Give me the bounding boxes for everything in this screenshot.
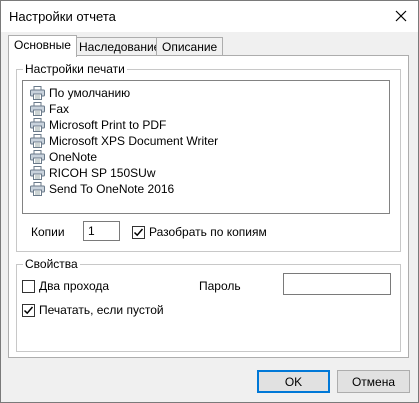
checkmark-icon: [133, 228, 144, 236]
button-label: OK: [284, 374, 303, 389]
printer-name: Fax: [49, 102, 70, 116]
printer-icon: [30, 102, 45, 116]
printer-icon: [30, 86, 45, 100]
printer-icon: [30, 182, 45, 196]
button-label: Отмена: [351, 374, 396, 389]
window-title: Настройки отчета: [9, 9, 116, 24]
checkbox-box: [22, 303, 35, 317]
copies-label: Копии: [31, 225, 65, 239]
printer-name: Microsoft XPS Document Writer: [49, 134, 219, 148]
checkbox-box: [22, 279, 35, 293]
cancel-button[interactable]: Отмена: [337, 370, 410, 393]
collate-checkbox[interactable]: Разобрать по копиям: [132, 225, 267, 239]
copies-input[interactable]: 1: [83, 221, 120, 241]
password-field[interactable]: [283, 273, 391, 295]
report-settings-dialog: Настройки отчета Основные Наследование О…: [0, 0, 419, 403]
printer-icon: [30, 166, 45, 180]
tab-description[interactable]: Описание: [156, 37, 224, 57]
tab-inheritance[interactable]: Наследование: [73, 37, 167, 57]
tab-label: Наследование: [79, 40, 161, 54]
checkbox-label: Разобрать по копиям: [149, 225, 267, 239]
printer-name: OneNote: [49, 150, 98, 164]
printer-list-item[interactable]: RICOH SP 150SUw: [30, 165, 155, 181]
printer-list-item[interactable]: Fax: [30, 101, 69, 117]
printer-list-item[interactable]: По умолчанию: [30, 85, 130, 101]
group-title: Свойства: [23, 257, 80, 271]
printer-name: Microsoft Print to PDF: [49, 118, 167, 132]
print-if-empty-checkbox[interactable]: Печатать, если пустой: [22, 303, 164, 317]
checkbox-box: [132, 225, 145, 239]
tab-main[interactable]: Основные: [8, 35, 77, 57]
close-button[interactable]: [386, 2, 416, 30]
ok-button[interactable]: OK: [257, 370, 330, 393]
printer-icon: [30, 150, 45, 164]
title-bar: Настройки отчета: [1, 1, 418, 32]
printer-list[interactable]: По умолчанию Fax Microsoft Print to PDF Mic…: [22, 80, 390, 214]
group-title: Настройки печати: [23, 62, 127, 76]
printer-list-item[interactable]: Microsoft Print to PDF: [30, 117, 166, 133]
two-pass-checkbox[interactable]: Два прохода: [22, 279, 109, 293]
printer-name: RICOH SP 150SUw: [49, 166, 156, 180]
printer-icon: [30, 118, 45, 132]
printer-name: По умолчанию: [49, 86, 131, 100]
password-label: Пароль: [199, 279, 241, 293]
printer-list-item[interactable]: Microsoft XPS Document Writer: [30, 133, 218, 149]
tab-label: Основные: [14, 38, 71, 52]
printer-icon: [30, 134, 45, 148]
tab-label: Описание: [162, 40, 218, 54]
printer-list-item[interactable]: OneNote: [30, 149, 97, 165]
checkbox-label: Печатать, если пустой: [39, 303, 164, 317]
checkbox-label: Два прохода: [39, 279, 110, 293]
printer-name: Send To OneNote 2016: [49, 182, 175, 196]
printer-list-item[interactable]: Send To OneNote 2016: [30, 181, 174, 197]
checkmark-icon: [23, 306, 34, 314]
close-icon: [395, 10, 407, 22]
